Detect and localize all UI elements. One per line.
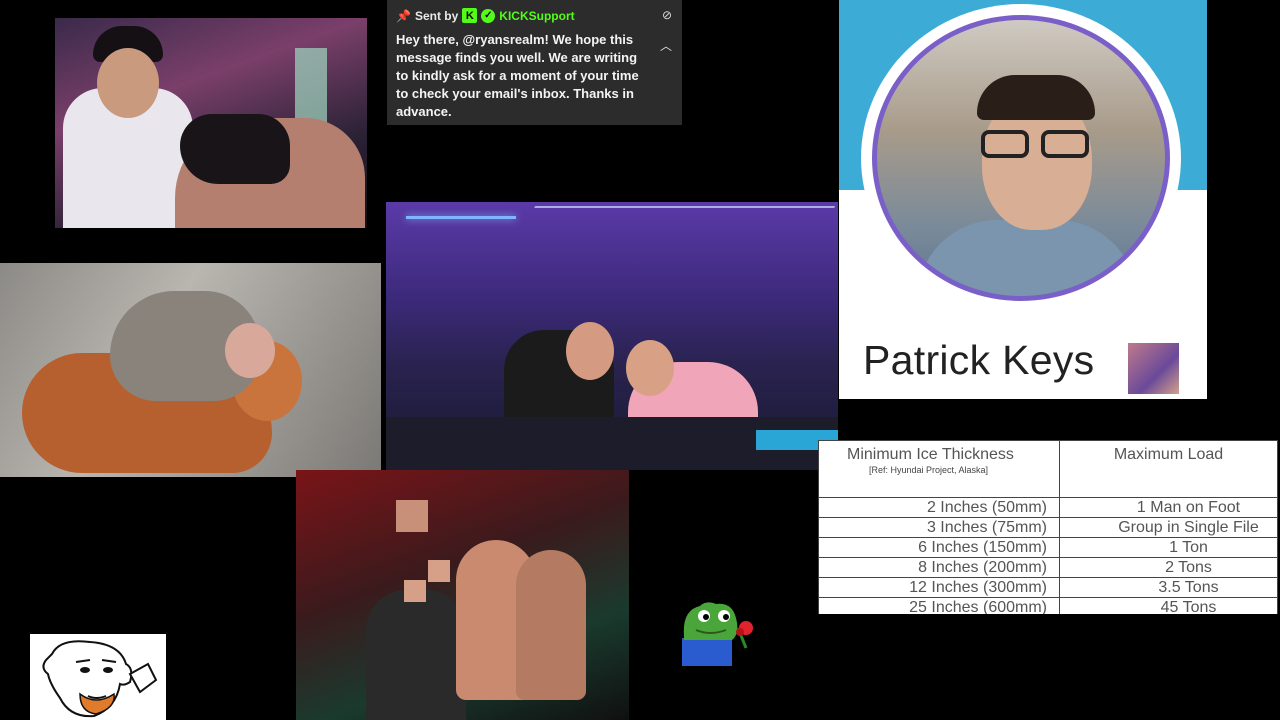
- glasses-shape: [981, 130, 1093, 158]
- bar-photo: [55, 18, 367, 228]
- load-cell: 45 Tons: [1059, 597, 1278, 614]
- load-cell: Group in Single File: [1059, 517, 1278, 538]
- bald-man-doodle: [30, 634, 166, 720]
- frog-emote: [680, 598, 758, 666]
- pasted-face-shape: [428, 560, 450, 582]
- doodle-drawing: [42, 640, 158, 718]
- profile-thumbnail: [1128, 343, 1179, 394]
- thickness-cell: 2 Inches (50mm): [818, 497, 1060, 518]
- frog-drawing: [682, 602, 753, 666]
- table-row: 12 Inches (300mm) 3.5 Tons: [818, 577, 1278, 598]
- table-row: 6 Inches (150mm) 1 Ton: [818, 537, 1278, 558]
- woman-hair-shape: [180, 114, 290, 184]
- table-row: 25 Inches (600mm) 45 Tons: [818, 597, 1278, 614]
- monkey-photo: [0, 263, 381, 477]
- profile-name: Patrick Keys: [863, 337, 1095, 383]
- monkey-face-shape: [225, 323, 275, 378]
- avatar-hair-shape: [977, 75, 1095, 120]
- sender-name[interactable]: KICKSupport: [499, 9, 574, 23]
- sent-by-label: Sent by: [414, 8, 459, 23]
- party-photo: [296, 470, 629, 720]
- table-row: 8 Inches (200mm) 2 Tons: [818, 557, 1278, 578]
- thickness-cell: 25 Inches (600mm): [818, 597, 1060, 614]
- profile-card: Patrick Keys: [839, 0, 1207, 399]
- pin-icon: 📌: [396, 8, 411, 23]
- pasted-face-shape: [404, 580, 426, 602]
- neon-light-shape: [406, 216, 516, 219]
- person-shape: [366, 590, 466, 720]
- header-thickness-label: Minimum Ice Thickness: [847, 446, 1014, 463]
- thickness-cell: 3 Inches (75mm): [818, 517, 1060, 538]
- thickness-cell: 6 Inches (150mm): [818, 537, 1060, 558]
- load-cell: 2 Tons: [1059, 557, 1278, 578]
- avatar: [872, 15, 1170, 301]
- table-header-row: Minimum Ice Thickness [Ref: Hyundai Proj…: [818, 440, 1278, 498]
- thickness-cell: 8 Inches (200mm): [818, 557, 1060, 578]
- load-cell: 1 Man on Foot: [1059, 497, 1278, 518]
- load-cell: 3.5 Tons: [1059, 577, 1278, 598]
- pinned-chat-message: 📌 Sent by K ✓ KICKSupport ⊘ ︿ Hey there,…: [387, 0, 682, 125]
- chat-message-text: Hey there, @ryansrealm! We hope this mes…: [396, 32, 639, 119]
- table-row: 2 Inches (50mm) 1 Man on Foot: [818, 497, 1278, 518]
- thickness-cell: 12 Inches (300mm): [818, 577, 1060, 598]
- load-cell: 1 Ton: [1059, 537, 1278, 558]
- eye-off-icon[interactable]: ⊘: [662, 8, 672, 22]
- header-load: Maximum Load: [1059, 440, 1278, 498]
- table-row: 3 Inches (75mm) Group in Single File: [818, 517, 1278, 538]
- neon-ceiling-shape: [516, 206, 836, 238]
- woman-head-shape: [626, 340, 674, 396]
- header-thickness: Minimum Ice Thickness [Ref: Hyundai Proj…: [818, 440, 1060, 498]
- header-thickness-note: [Ref: Hyundai Project, Alaska]: [869, 465, 989, 475]
- man-head-shape: [566, 322, 614, 380]
- chevron-up-icon[interactable]: ︿: [660, 37, 672, 54]
- verified-icon: ✓: [481, 8, 496, 23]
- kick-logo-icon: K: [462, 8, 478, 23]
- person-shape: [516, 550, 586, 700]
- ice-table: Minimum Ice Thickness [Ref: Hyundai Proj…: [818, 440, 1278, 614]
- man-head-shape: [97, 48, 159, 118]
- bar-group-photo: [386, 202, 838, 470]
- avatar-torso-shape: [917, 220, 1137, 296]
- pasted-face-shape: [396, 500, 428, 532]
- ice-thickness-table: Minimum Ice Thickness [Ref: Hyundai Proj…: [818, 440, 1278, 614]
- chat-header: 📌 Sent by K ✓ KICKSupport: [396, 8, 575, 23]
